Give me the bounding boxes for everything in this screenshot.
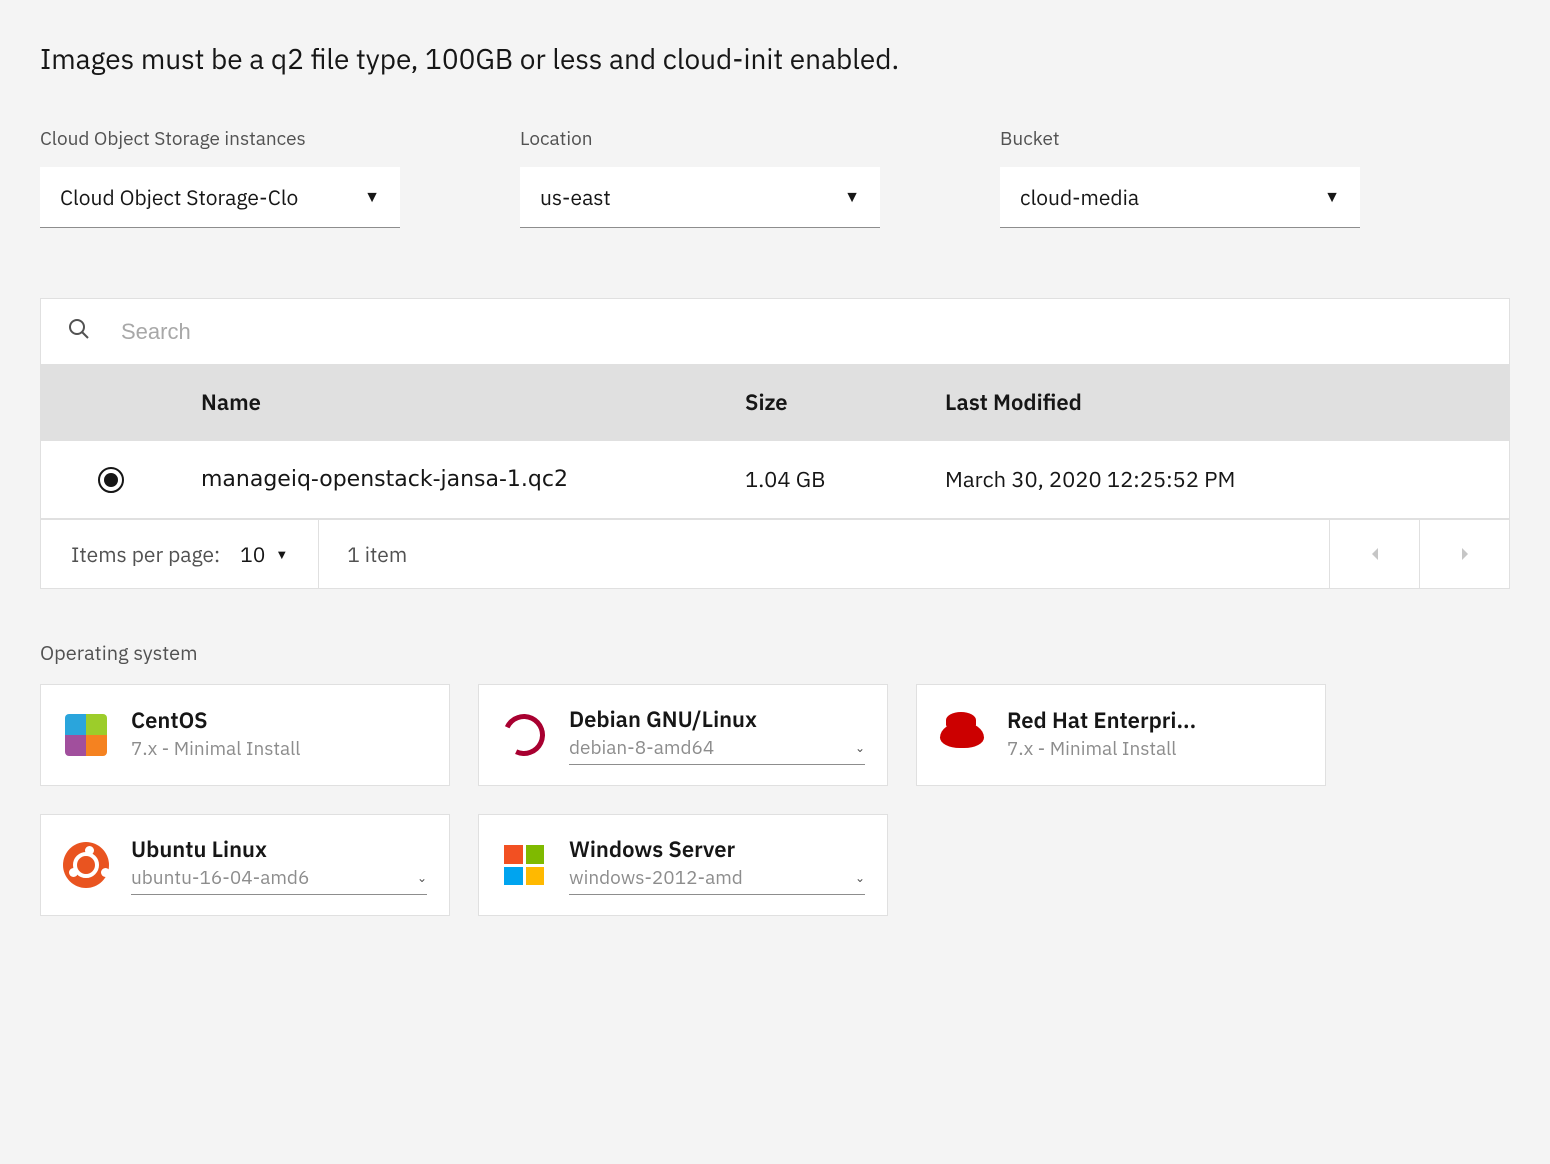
centos-icon — [63, 712, 109, 758]
location-label: Location — [520, 127, 880, 151]
cos-label: Cloud Object Storage instances — [40, 127, 400, 151]
table-row[interactable]: manageiq-openstack-jansa-1.qc2 1.04 GB M… — [41, 441, 1509, 519]
operating-system-label: Operating system — [40, 639, 1510, 666]
os-name: Ubuntu Linux — [131, 835, 427, 864]
bucket-value: cloud-media — [1020, 183, 1139, 211]
image-table: Name Size Last Modified manageiq-opensta… — [40, 298, 1510, 589]
os-card-centos[interactable]: CentOS 7.x - Minimal Install — [40, 684, 450, 786]
col-name: Name — [181, 388, 745, 417]
os-card-debian[interactable]: Debian GNU/Linux debian-8-amd64 ⌄ — [478, 684, 888, 786]
chevron-down-icon: ⌄ — [855, 741, 865, 756]
operating-system-grid: CentOS 7.x - Minimal Install Debian GNU/… — [40, 684, 1510, 916]
next-page-button[interactable] — [1419, 520, 1509, 588]
pager-summary: 1 item — [319, 520, 1329, 588]
bucket-label: Bucket — [1000, 127, 1360, 151]
search-icon — [67, 317, 91, 346]
debian-icon — [501, 712, 547, 758]
redhat-icon — [939, 712, 985, 758]
os-version-select: 7.x - Minimal Install — [1007, 737, 1303, 765]
os-version: 7.x - Minimal Install — [1007, 737, 1303, 761]
row-size: 1.04 GB — [745, 465, 945, 494]
col-size: Size — [745, 388, 945, 417]
os-version: windows-2012-amd — [569, 866, 845, 890]
prev-page-button[interactable] — [1329, 520, 1419, 588]
col-modified: Last Modified — [945, 388, 1509, 417]
chevron-down-icon: ▼ — [844, 187, 860, 207]
os-name: CentOS — [131, 706, 427, 735]
os-name: Red Hat Enterpri... — [1007, 706, 1303, 735]
os-version: ubuntu-16-04-amd6 — [131, 866, 407, 890]
chevron-down-icon: ▼ — [1324, 187, 1340, 207]
row-name: manageiq-openstack-jansa-1.qc2 — [181, 467, 745, 492]
cos-dropdown[interactable]: Cloud Object Storage-Clo ▼ — [40, 167, 400, 228]
os-name: Debian GNU/Linux — [569, 705, 865, 734]
os-card-redhat[interactable]: Red Hat Enterpri... 7.x - Minimal Instal… — [916, 684, 1326, 786]
search-row — [41, 299, 1509, 364]
windows-icon — [501, 842, 547, 888]
row-radio[interactable] — [98, 467, 124, 493]
table-header: Name Size Last Modified — [41, 364, 1509, 441]
os-version-select[interactable]: windows-2012-amd ⌄ — [569, 866, 865, 895]
os-name: Windows Server — [569, 835, 865, 864]
chevron-down-icon: ▼ — [364, 187, 380, 207]
os-version-select: 7.x - Minimal Install — [131, 737, 427, 765]
search-input[interactable] — [121, 319, 1483, 345]
bucket-selector-group: Bucket cloud-media ▼ — [1000, 127, 1360, 228]
cos-selector-group: Cloud Object Storage instances Cloud Obj… — [40, 127, 400, 228]
bucket-dropdown[interactable]: cloud-media ▼ — [1000, 167, 1360, 228]
ubuntu-icon — [63, 842, 109, 888]
os-version-select[interactable]: debian-8-amd64 ⌄ — [569, 736, 865, 765]
os-version-select[interactable]: ubuntu-16-04-amd6 ⌄ — [131, 866, 427, 895]
chevron-down-icon: ▼ — [275, 546, 288, 563]
os-card-ubuntu[interactable]: Ubuntu Linux ubuntu-16-04-amd6 ⌄ — [40, 814, 450, 916]
selectors-row: Cloud Object Storage instances Cloud Obj… — [40, 127, 1510, 228]
items-per-page-label: Items per page: — [71, 540, 220, 568]
os-version: 7.x - Minimal Install — [131, 737, 427, 761]
location-value: us-east — [540, 183, 611, 211]
pagination: Items per page: 10 ▼ 1 item — [41, 519, 1509, 588]
chevron-down-icon: ⌄ — [855, 871, 865, 886]
items-per-page-value: 10 — [240, 540, 265, 568]
location-selector-group: Location us-east ▼ — [520, 127, 880, 228]
location-dropdown[interactable]: us-east ▼ — [520, 167, 880, 228]
chevron-down-icon: ⌄ — [417, 871, 427, 886]
cos-value: Cloud Object Storage-Clo — [60, 183, 298, 211]
row-modified: March 30, 2020 12:25:52 PM — [945, 465, 1509, 494]
items-per-page-select[interactable]: 10 ▼ — [240, 540, 288, 568]
intro-text: Images must be a q2 file type, 100GB or … — [40, 40, 1510, 77]
os-card-windows[interactable]: Windows Server windows-2012-amd ⌄ — [478, 814, 888, 916]
os-version: debian-8-amd64 — [569, 736, 845, 760]
